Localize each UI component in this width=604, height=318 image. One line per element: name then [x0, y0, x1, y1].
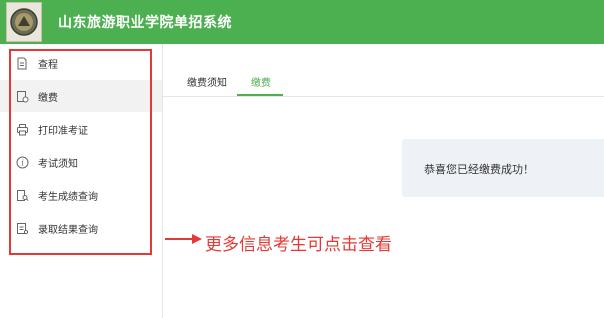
top-header: 山东旅游职业学院单招系统	[0, 0, 604, 44]
active-tab-indicator	[237, 94, 283, 96]
success-message: 恭喜您已经缴费成功！	[424, 163, 534, 176]
arrow-right-icon	[165, 234, 202, 244]
tab-payment[interactable]: 缴费	[251, 74, 271, 89]
tab-bar: 缴费须知 缴费	[163, 64, 604, 97]
success-notice: 恭喜您已经缴费成功！	[402, 139, 604, 197]
tab-payment-notice[interactable]: 缴费须知	[187, 74, 227, 89]
school-logo	[6, 2, 42, 42]
app-title: 山东旅游职业学院单招系统	[58, 15, 232, 31]
highlight-box	[9, 49, 152, 255]
annotation-text: 更多信息考生可点击查看	[205, 235, 392, 255]
